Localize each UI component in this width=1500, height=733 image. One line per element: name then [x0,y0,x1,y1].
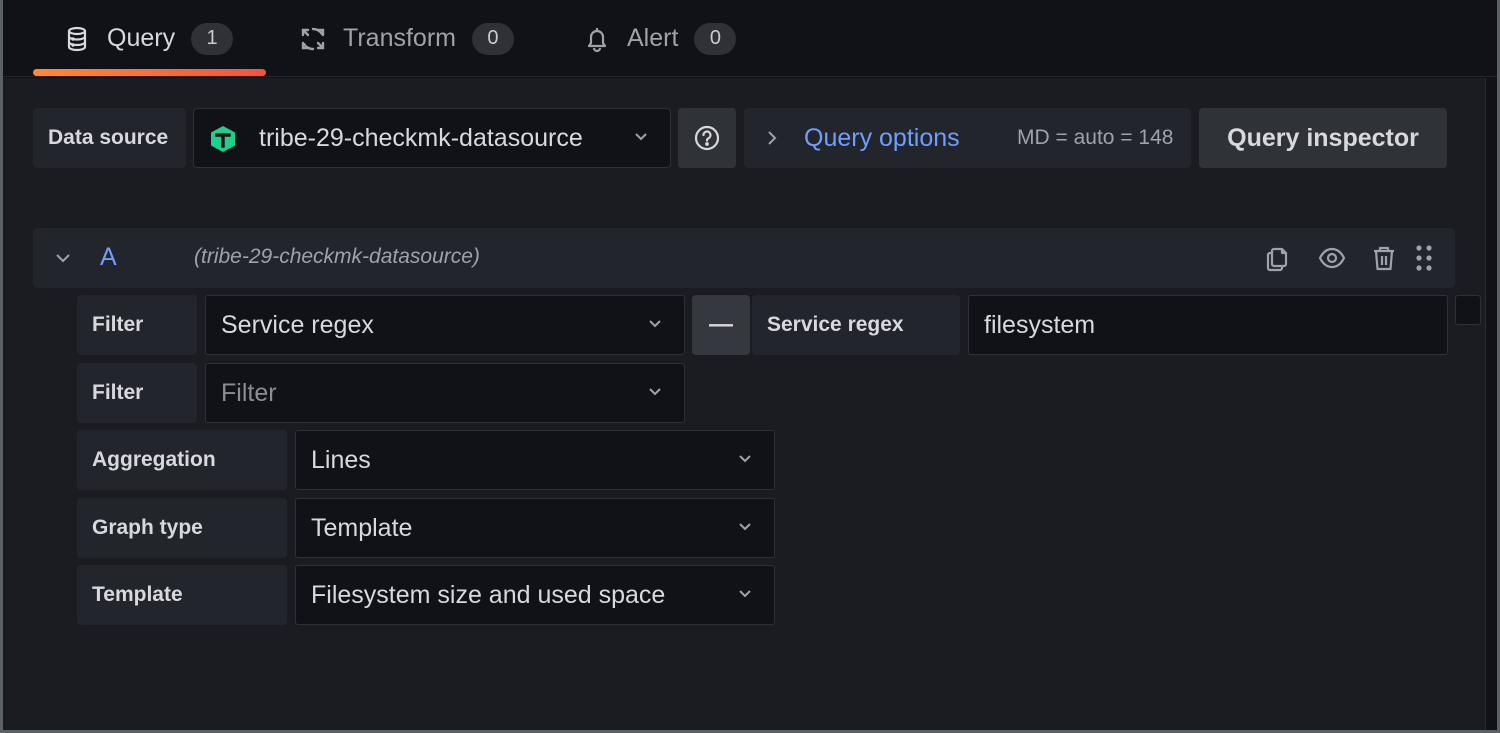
graph-type-select[interactable]: Template [295,498,775,558]
transform-icon [299,25,327,53]
tab-query-label: Query [107,24,176,52]
chevron-right-icon [768,131,777,145]
remove-filter-button[interactable]: — [692,295,750,355]
graph-type-label: Graph type [77,498,287,558]
scrollbar-track[interactable] [1487,78,1497,730]
query-ref-id[interactable]: A [100,243,117,272]
service-regex-label: Service regex [752,295,960,355]
query-datasource-hint: (tribe-29-checkmk-datasource) [194,245,480,268]
tab-transform-count: 0 [471,22,514,55]
minus-icon: — [709,311,733,338]
chevron-down-icon [649,388,661,396]
filter-1-select[interactable]: Service regex [205,295,685,355]
filter-2-select[interactable]: Filter [205,363,685,423]
query-editor-frame: Query 1 Transform 0 Alert 0 Data source … [3,0,1497,730]
chevron-down-icon [739,590,751,598]
tab-query-count: 1 [191,22,234,55]
template-label: Template [77,565,287,625]
active-tab-indicator [33,69,266,76]
tab-alert-count: 0 [694,22,737,55]
query-options-label: Query options [804,123,960,152]
graph-type-value: Template [311,513,413,542]
query-row-header: A (tribe-29-checkmk-datasource) [33,228,1455,288]
tab-query[interactable]: Query 1 [63,0,234,77]
aggregation-label: Aggregation [77,430,287,490]
service-regex-value: filesystem [984,310,1096,339]
tab-transform-label: Transform [343,24,456,52]
datasource-help-button[interactable] [678,108,736,168]
query-options-toggle[interactable]: Query options MD = auto = 148 [744,108,1191,168]
editor-tabs: Query 1 Transform 0 Alert 0 [3,0,1497,77]
chevron-down-icon [739,455,751,463]
checkmk-logo-icon [209,125,237,153]
database-icon [63,25,91,53]
drag-handle-icon[interactable] [1410,244,1438,272]
tab-transform[interactable]: Transform 0 [299,0,514,77]
datasource-label: Data source [33,108,186,168]
filter-2-placeholder: Filter [221,378,277,407]
question-circle-icon [693,124,721,152]
collapse-chevron-icon[interactable] [55,252,71,264]
datasource-value: tribe-29-checkmk-datasource [259,123,583,152]
eye-icon[interactable] [1318,244,1346,272]
aggregation-select[interactable]: Lines [295,430,775,490]
duplicate-icon[interactable] [1264,244,1292,272]
chevron-down-icon [635,133,647,141]
query-inspector-button[interactable]: Query inspector [1199,108,1447,168]
trash-icon[interactable] [1370,244,1398,272]
datasource-picker[interactable]: tribe-29-checkmk-datasource [193,108,671,168]
overflow-field-stub[interactable] [1455,295,1481,325]
filter-2-label: Filter [77,363,197,423]
service-regex-input[interactable]: filesystem [968,295,1448,355]
filter-1-label: Filter [77,295,197,355]
tab-alert[interactable]: Alert 0 [583,0,737,77]
bell-icon [583,25,611,53]
query-options-summary: MD = auto = 148 [1017,126,1174,149]
template-value: Filesystem size and used space [311,580,666,609]
aggregation-value: Lines [311,445,371,474]
tab-alert-label: Alert [627,24,679,52]
chevron-down-icon [739,523,751,531]
filter-1-value: Service regex [221,310,374,339]
template-select[interactable]: Filesystem size and used space [295,565,775,625]
chevron-down-icon [649,320,661,328]
